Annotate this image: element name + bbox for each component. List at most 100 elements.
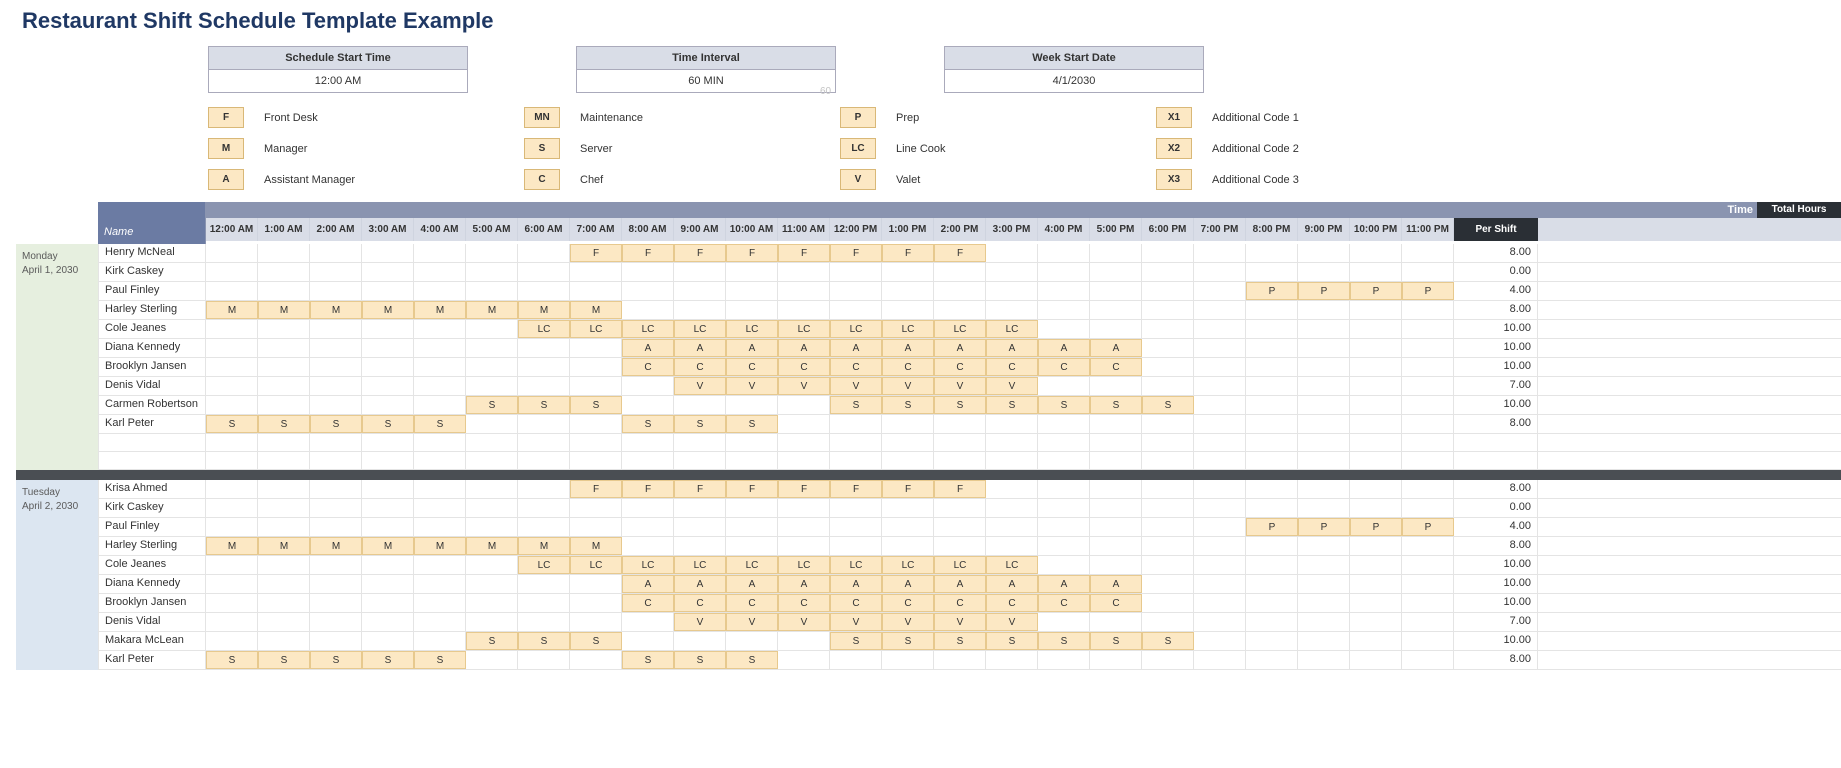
shift-cell[interactable]	[986, 434, 1038, 451]
shift-cell[interactable]	[466, 651, 518, 669]
shift-cell[interactable]: LC	[518, 320, 570, 338]
shift-cell[interactable]	[518, 575, 570, 593]
shift-cell[interactable]	[1194, 434, 1246, 451]
shift-cell[interactable]: A	[778, 575, 830, 593]
shift-cell[interactable]: C	[882, 594, 934, 612]
shift-cell[interactable]	[206, 263, 258, 281]
shift-cell[interactable]	[1142, 282, 1194, 300]
shift-cell[interactable]	[882, 651, 934, 669]
shift-cell[interactable]	[1142, 434, 1194, 451]
shift-cell[interactable]: A	[778, 339, 830, 357]
shift-cell[interactable]	[1298, 499, 1350, 517]
shift-cell[interactable]: S	[414, 651, 466, 669]
shift-cell[interactable]: S	[726, 415, 778, 433]
shift-cell[interactable]	[414, 244, 466, 262]
shift-cell[interactable]	[206, 575, 258, 593]
shift-cell[interactable]	[258, 282, 310, 300]
shift-cell[interactable]	[1038, 282, 1090, 300]
shift-cell[interactable]: M	[518, 301, 570, 319]
shift-cell[interactable]: V	[674, 377, 726, 395]
shift-cell[interactable]	[986, 282, 1038, 300]
shift-cell[interactable]	[674, 632, 726, 650]
shift-cell[interactable]	[830, 434, 882, 451]
shift-cell[interactable]: M	[570, 537, 622, 555]
shift-cell[interactable]	[1038, 415, 1090, 433]
shift-cell[interactable]: M	[258, 301, 310, 319]
shift-cell[interactable]: S	[570, 396, 622, 414]
shift-cell[interactable]	[362, 556, 414, 574]
shift-cell[interactable]: C	[986, 358, 1038, 376]
shift-cell[interactable]	[310, 320, 362, 338]
shift-cell[interactable]	[466, 244, 518, 262]
shift-cell[interactable]: V	[934, 377, 986, 395]
shift-cell[interactable]	[1298, 452, 1350, 469]
shift-cell[interactable]: M	[466, 301, 518, 319]
shift-cell[interactable]	[674, 518, 726, 536]
shift-cell[interactable]	[1194, 301, 1246, 319]
shift-cell[interactable]: P	[1350, 282, 1402, 300]
shift-cell[interactable]: A	[1090, 339, 1142, 357]
shift-cell[interactable]	[1402, 556, 1454, 574]
shift-cell[interactable]	[1142, 320, 1194, 338]
shift-cell[interactable]	[1402, 396, 1454, 414]
shift-cell[interactable]: V	[778, 377, 830, 395]
shift-cell[interactable]	[934, 518, 986, 536]
shift-cell[interactable]	[1038, 518, 1090, 536]
shift-cell[interactable]: F	[726, 244, 778, 262]
shift-cell[interactable]	[726, 301, 778, 319]
shift-cell[interactable]	[466, 320, 518, 338]
shift-cell[interactable]	[1194, 282, 1246, 300]
shift-cell[interactable]	[778, 282, 830, 300]
shift-cell[interactable]: S	[1038, 396, 1090, 414]
shift-cell[interactable]	[622, 613, 674, 631]
shift-cell[interactable]	[362, 480, 414, 498]
shift-cell[interactable]	[310, 396, 362, 414]
shift-cell[interactable]	[1350, 537, 1402, 555]
shift-cell[interactable]	[622, 632, 674, 650]
shift-cell[interactable]	[362, 339, 414, 357]
shift-cell[interactable]	[414, 556, 466, 574]
shift-cell[interactable]	[1246, 537, 1298, 555]
shift-cell[interactable]	[1246, 632, 1298, 650]
shift-cell[interactable]	[1350, 358, 1402, 376]
shift-cell[interactable]	[1350, 575, 1402, 593]
shift-cell[interactable]	[414, 632, 466, 650]
shift-cell[interactable]	[830, 452, 882, 469]
shift-cell[interactable]	[934, 282, 986, 300]
shift-cell[interactable]	[726, 282, 778, 300]
shift-cell[interactable]: V	[882, 613, 934, 631]
shift-cell[interactable]	[1246, 452, 1298, 469]
shift-cell[interactable]	[466, 415, 518, 433]
shift-cell[interactable]: F	[726, 480, 778, 498]
shift-cell[interactable]	[466, 452, 518, 469]
shift-cell[interactable]	[934, 415, 986, 433]
shift-cell[interactable]	[466, 434, 518, 451]
shift-cell[interactable]	[362, 594, 414, 612]
shift-cell[interactable]: S	[882, 396, 934, 414]
shift-cell[interactable]: S	[362, 415, 414, 433]
shift-cell[interactable]: F	[934, 480, 986, 498]
shift-cell[interactable]: F	[882, 480, 934, 498]
shift-cell[interactable]	[778, 263, 830, 281]
shift-cell[interactable]: S	[726, 651, 778, 669]
shift-cell[interactable]: A	[882, 339, 934, 357]
shift-cell[interactable]: S	[310, 651, 362, 669]
shift-cell[interactable]: LC	[986, 320, 1038, 338]
shift-cell[interactable]: C	[830, 594, 882, 612]
shift-cell[interactable]: A	[674, 575, 726, 593]
shift-cell[interactable]	[414, 452, 466, 469]
shift-cell[interactable]	[466, 575, 518, 593]
shift-cell[interactable]	[1038, 301, 1090, 319]
shift-cell[interactable]	[570, 282, 622, 300]
shift-cell[interactable]	[622, 377, 674, 395]
shift-cell[interactable]	[1350, 339, 1402, 357]
shift-cell[interactable]: LC	[570, 320, 622, 338]
shift-cell[interactable]	[726, 632, 778, 650]
shift-cell[interactable]	[570, 613, 622, 631]
shift-cell[interactable]	[1142, 575, 1194, 593]
shift-cell[interactable]	[1194, 339, 1246, 357]
shift-cell[interactable]	[518, 282, 570, 300]
shift-cell[interactable]	[1298, 651, 1350, 669]
shift-cell[interactable]	[414, 499, 466, 517]
shift-cell[interactable]: M	[362, 301, 414, 319]
